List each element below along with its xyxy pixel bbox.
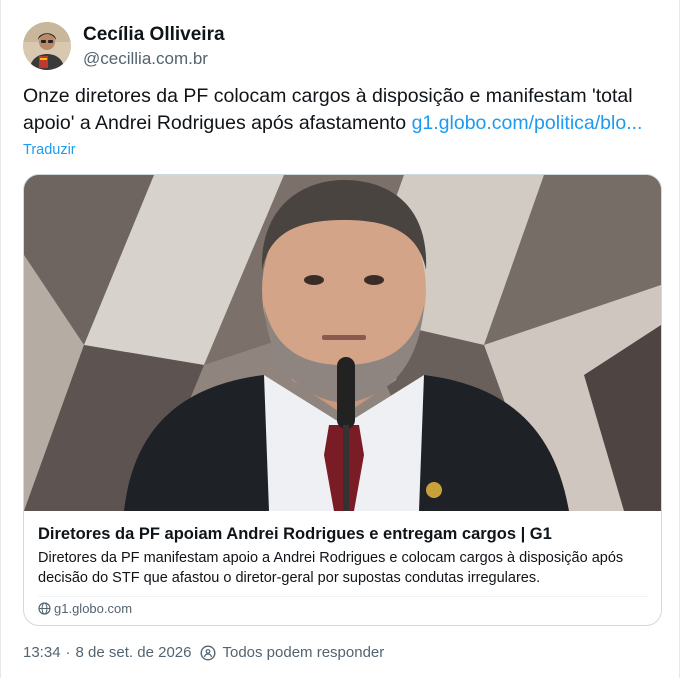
link-preview-card[interactable]: Diretores da PF apoiam Andrei Rodrigues … xyxy=(23,174,662,626)
link-preview-image[interactable] xyxy=(24,175,661,511)
post-meta: 13:34 · 8 de set. de 2026 Todos podem re… xyxy=(23,644,384,661)
translate-button[interactable]: Traduzir xyxy=(23,142,76,158)
globe-icon xyxy=(38,602,54,615)
post-header: Cecília Olliveira @cecillia.com.br xyxy=(23,20,225,72)
link-preview-divider xyxy=(38,596,648,597)
reply-setting-icon xyxy=(200,644,216,661)
post-link[interactable]: g1.globo.com/politica/blo... xyxy=(412,112,643,134)
post-time[interactable]: 13:34 xyxy=(23,644,61,661)
post-date[interactable]: 8 de set. de 2026 xyxy=(76,644,192,661)
reply-setting-text: Todos podem responder xyxy=(222,644,385,661)
link-preview-body: Diretores da PF apoiam Andrei Rodrigues … xyxy=(24,511,661,625)
link-preview-description: Diretores da PF manifestam apoio a Andre… xyxy=(38,550,624,586)
author-handle[interactable]: @cecillia.com.br xyxy=(83,48,225,70)
author-display-name[interactable]: Cecília Olliveira xyxy=(83,23,225,47)
link-preview-title: Diretores da PF apoiam Andrei Rodrigues … xyxy=(38,525,552,543)
avatar[interactable] xyxy=(23,22,71,70)
post-container: Cecília Olliveira @cecillia.com.br Onze … xyxy=(0,0,680,678)
link-preview-domain: g1.globo.com xyxy=(38,601,132,616)
link-preview-domain-text: g1.globo.com xyxy=(54,601,133,616)
meta-separator: · xyxy=(65,644,71,661)
author-names: Cecília Olliveira @cecillia.com.br xyxy=(83,23,225,70)
post-text: Onze diretores da PF colocam cargos à di… xyxy=(23,83,663,137)
